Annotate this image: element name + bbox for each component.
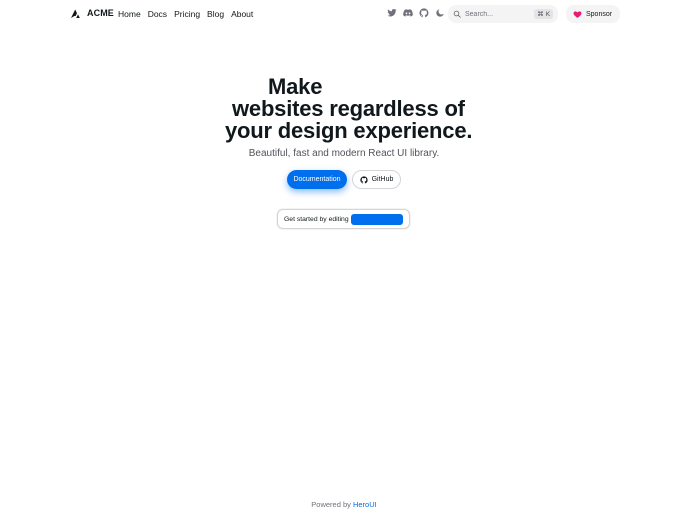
- documentation-button[interactable]: Documentation: [287, 170, 347, 189]
- search-box[interactable]: ⌘ K: [448, 5, 558, 23]
- brand[interactable]: ACME: [71, 8, 114, 18]
- nav-links: Home Docs Pricing Blog About: [118, 9, 253, 20]
- navbar: ACME Home Docs Pricing Blog About ⌘ K: [0, 0, 688, 29]
- heart-icon: [573, 10, 582, 18]
- footer-prefix: Powered by: [311, 500, 351, 509]
- nav-link-docs[interactable]: Docs: [148, 9, 167, 20]
- hero-title-line-3: your design experience.: [225, 118, 473, 143]
- footer: Powered by HeroUI: [0, 500, 688, 509]
- hero-subtitle: Beautiful, fast and modern React UI libr…: [248, 148, 440, 159]
- acme-logo-icon: [71, 9, 80, 18]
- nav-link-blog[interactable]: Blog: [207, 9, 224, 20]
- documentation-button-label: Documentation: [293, 176, 341, 183]
- github-icon[interactable]: [419, 8, 429, 18]
- moon-icon[interactable]: [435, 8, 445, 18]
- github-button-label: GitHub: [371, 176, 394, 183]
- sponsor-label: Sponsor: [586, 10, 613, 18]
- sponsor-button[interactable]: Sponsor: [566, 5, 620, 23]
- discord-icon[interactable]: [403, 8, 413, 18]
- snippet-text: Get started by editing: [284, 215, 349, 223]
- search-input[interactable]: [465, 10, 535, 18]
- code-snippet: Get started by editing app/page.tsx: [277, 209, 410, 229]
- search-shortcut: ⌘ K: [534, 9, 553, 19]
- brand-name: ACME: [87, 8, 114, 18]
- twitter-icon[interactable]: [387, 8, 397, 18]
- footer-link-heroui[interactable]: HeroUI: [353, 500, 377, 509]
- github-icon: [359, 175, 368, 183]
- search-icon: [453, 10, 461, 18]
- nav-link-home[interactable]: Home: [118, 9, 141, 20]
- nav-link-about[interactable]: About: [231, 9, 253, 20]
- nav-icons: [387, 8, 445, 18]
- nav-link-pricing[interactable]: Pricing: [174, 9, 200, 20]
- github-button[interactable]: GitHub: [352, 170, 401, 189]
- snippet-code: app/page.tsx: [350, 213, 403, 225]
